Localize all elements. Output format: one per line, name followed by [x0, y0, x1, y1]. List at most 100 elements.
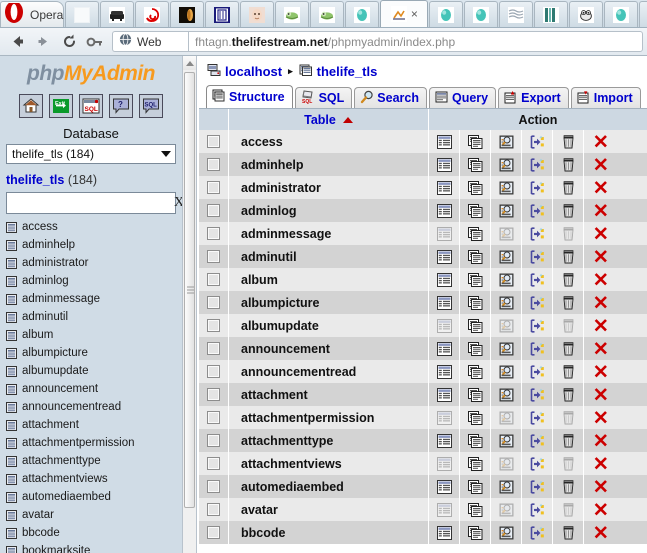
row-checkbox-cell[interactable]: [199, 498, 229, 521]
structure-icon[interactable]: [467, 226, 483, 241]
table-name-cell[interactable]: album: [229, 268, 429, 291]
browser-tab[interactable]: [429, 1, 464, 27]
action-insert-cell[interactable]: [522, 291, 553, 314]
browser-tab[interactable]: wt: [639, 1, 647, 27]
sidebar-table-item[interactable]: adminhelp: [6, 236, 182, 254]
back-arrow-icon[interactable]: [4, 30, 30, 54]
web-search-box[interactable]: Web: [112, 31, 188, 52]
row-checkbox[interactable]: [207, 457, 220, 470]
insert-icon[interactable]: [530, 295, 545, 310]
action-structure-cell[interactable]: [460, 383, 491, 406]
empty-icon[interactable]: [562, 525, 575, 540]
action-drop-cell[interactable]: [584, 199, 618, 222]
action-browse-cell[interactable]: [429, 475, 460, 498]
action-browse-cell[interactable]: [429, 291, 460, 314]
action-drop-cell[interactable]: [584, 475, 618, 498]
row-checkbox-cell[interactable]: [199, 291, 229, 314]
sidebar-table-item[interactable]: bookmarksite: [6, 542, 182, 553]
action-drop-cell[interactable]: [584, 429, 618, 452]
insert-icon[interactable]: [530, 272, 545, 287]
action-browse-cell[interactable]: [429, 383, 460, 406]
action-empty-cell[interactable]: [553, 153, 584, 176]
insert-icon[interactable]: [530, 341, 545, 356]
table-row[interactable]: bbcode: [199, 521, 647, 544]
close-icon[interactable]: ×: [411, 8, 418, 20]
action-browse-cell[interactable]: [429, 498, 460, 521]
table-name-cell[interactable]: automediaembed: [229, 475, 429, 498]
row-checkbox[interactable]: [207, 250, 220, 263]
row-checkbox[interactable]: [207, 181, 220, 194]
row-checkbox[interactable]: [207, 296, 220, 309]
action-structure-cell[interactable]: [460, 314, 491, 337]
action-browse-cell[interactable]: [429, 521, 460, 544]
action-empty-cell[interactable]: [553, 521, 584, 544]
search-icon[interactable]: [499, 181, 514, 195]
row-checkbox[interactable]: [207, 411, 220, 424]
drop-icon[interactable]: [593, 364, 609, 379]
empty-icon[interactable]: [562, 364, 575, 379]
row-checkbox-cell[interactable]: [199, 337, 229, 360]
sidebar-table-item[interactable]: album: [6, 326, 182, 344]
action-structure-cell[interactable]: [460, 475, 491, 498]
search-icon[interactable]: [499, 158, 514, 172]
action-drop-cell[interactable]: [584, 291, 618, 314]
action-search-cell[interactable]: [491, 130, 522, 153]
search-icon[interactable]: [499, 411, 514, 425]
browse-icon[interactable]: [436, 525, 452, 540]
action-structure-cell[interactable]: [460, 222, 491, 245]
structure-icon[interactable]: [467, 364, 483, 379]
table-name-cell[interactable]: adminlog: [229, 199, 429, 222]
row-checkbox-cell[interactable]: [199, 130, 229, 153]
table-filter[interactable]: X: [6, 192, 182, 214]
table-row[interactable]: adminutil: [199, 245, 647, 268]
empty-icon[interactable]: [562, 387, 575, 402]
action-drop-cell[interactable]: [584, 521, 618, 544]
address-bar[interactable]: fhtagn. thelifestream.net/phpmyadmin/inde…: [188, 31, 643, 52]
action-search-cell[interactable]: [491, 452, 522, 475]
row-checkbox-cell[interactable]: [199, 245, 229, 268]
table-row[interactable]: adminlog: [199, 199, 647, 222]
action-empty-cell[interactable]: [553, 498, 584, 521]
table-name-cell[interactable]: administrator: [229, 176, 429, 199]
row-checkbox[interactable]: [207, 273, 220, 286]
drop-icon[interactable]: [593, 134, 609, 149]
action-structure-cell[interactable]: [460, 337, 491, 360]
action-empty-cell[interactable]: [553, 383, 584, 406]
action-search-cell[interactable]: [491, 199, 522, 222]
search-icon[interactable]: [499, 204, 514, 218]
search-icon[interactable]: [499, 457, 514, 471]
browse-icon[interactable]: [436, 387, 452, 402]
row-checkbox[interactable]: [207, 227, 220, 240]
search-icon[interactable]: [499, 503, 514, 517]
drop-icon[interactable]: [593, 433, 609, 448]
browse-icon[interactable]: [436, 226, 452, 241]
structure-icon[interactable]: [467, 387, 483, 402]
table-row[interactable]: access: [199, 130, 647, 153]
action-insert-cell[interactable]: [522, 521, 553, 544]
empty-icon[interactable]: [562, 272, 575, 287]
action-insert-cell[interactable]: [522, 245, 553, 268]
row-checkbox-cell[interactable]: [199, 176, 229, 199]
browser-tab[interactable]: [170, 1, 205, 27]
action-browse-cell[interactable]: [429, 337, 460, 360]
table-row[interactable]: attachment: [199, 383, 647, 406]
insert-icon[interactable]: [530, 456, 545, 471]
table-name-cell[interactable]: albumupdate: [229, 314, 429, 337]
search-icon[interactable]: [499, 273, 514, 287]
table-row[interactable]: adminhelp: [199, 153, 647, 176]
row-checkbox-cell[interactable]: [199, 406, 229, 429]
empty-icon[interactable]: [562, 456, 575, 471]
action-drop-cell[interactable]: [584, 245, 618, 268]
browse-icon[interactable]: [436, 341, 452, 356]
action-search-cell[interactable]: [491, 291, 522, 314]
action-browse-cell[interactable]: [429, 245, 460, 268]
insert-icon[interactable]: [530, 410, 545, 425]
row-checkbox-cell[interactable]: [199, 268, 229, 291]
action-insert-cell[interactable]: [522, 406, 553, 429]
action-drop-cell[interactable]: [584, 406, 618, 429]
empty-icon[interactable]: [562, 295, 575, 310]
header-table-column[interactable]: Table: [229, 108, 429, 131]
structure-icon[interactable]: [467, 134, 483, 149]
browser-tab[interactable]: [135, 1, 170, 27]
structure-icon[interactable]: [467, 157, 483, 172]
